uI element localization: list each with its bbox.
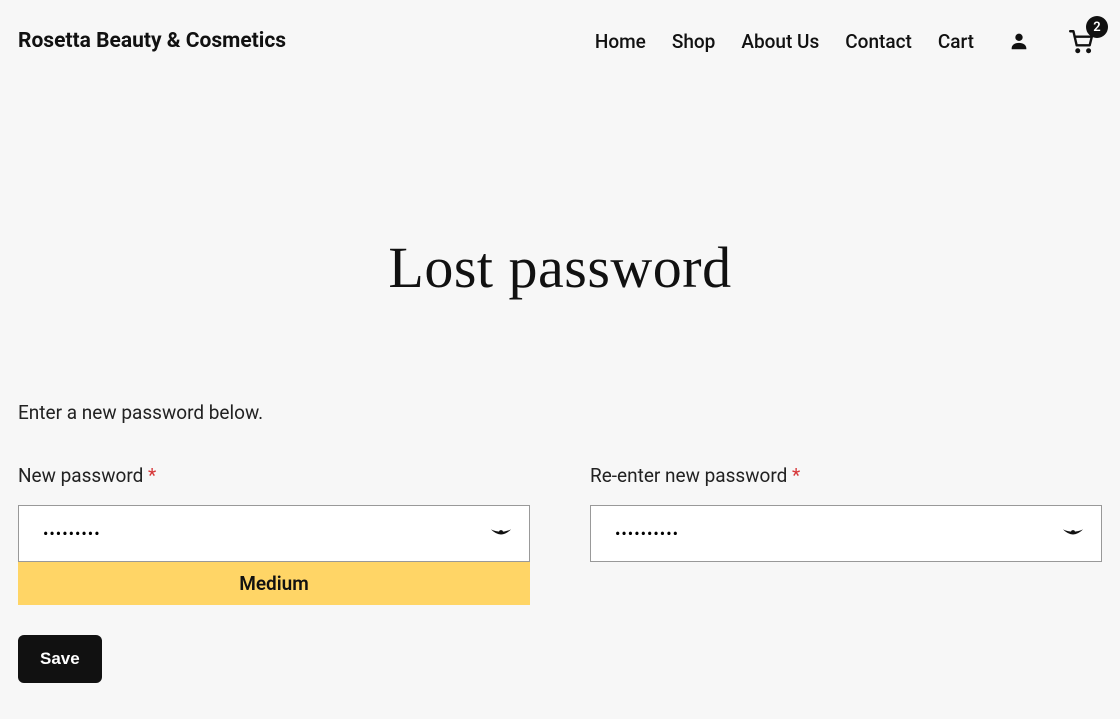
nav-link-home[interactable]: Home	[595, 30, 646, 53]
form-row: New password * Medium Re-enter new passw…	[18, 464, 1102, 605]
nav-link-shop[interactable]: Shop	[672, 30, 716, 53]
required-marker: *	[148, 464, 156, 487]
save-button[interactable]: Save	[18, 635, 102, 683]
nav-link-about[interactable]: About Us	[741, 30, 819, 53]
nav-link-cart[interactable]: Cart	[938, 30, 974, 53]
site-header: Rosetta Beauty & Cosmetics Home Shop Abo…	[0, 0, 1120, 82]
password-strength-meter: Medium	[18, 562, 530, 605]
new-password-input[interactable]	[18, 505, 530, 562]
confirm-password-input-wrap	[590, 505, 1102, 562]
confirm-password-column: Re-enter new password *	[590, 464, 1102, 605]
site-title[interactable]: Rosetta Beauty & Cosmetics	[18, 29, 286, 53]
reset-password-form: Enter a new password below. New password…	[0, 401, 1120, 683]
label-text: New password	[18, 464, 148, 487]
label-text: Re-enter new password	[590, 464, 792, 487]
nav-link-contact[interactable]: Contact	[845, 30, 912, 53]
cart-count-badge: 2	[1086, 16, 1108, 38]
confirm-password-input[interactable]	[590, 505, 1102, 562]
new-password-input-wrap	[18, 505, 530, 562]
toggle-password-visibility-icon[interactable]	[490, 523, 512, 545]
form-instructions: Enter a new password below.	[18, 401, 1102, 424]
cart-button[interactable]: 2	[1068, 28, 1094, 54]
account-icon[interactable]	[1008, 30, 1030, 52]
new-password-column: New password * Medium	[18, 464, 530, 605]
page-title: Lost password	[0, 234, 1120, 301]
new-password-label: New password *	[18, 464, 530, 487]
confirm-password-label: Re-enter new password *	[590, 464, 1102, 487]
toggle-password-visibility-icon[interactable]	[1062, 523, 1084, 545]
required-marker: *	[792, 464, 800, 487]
primary-nav: Home Shop About Us Contact Cart 2	[595, 28, 1102, 54]
